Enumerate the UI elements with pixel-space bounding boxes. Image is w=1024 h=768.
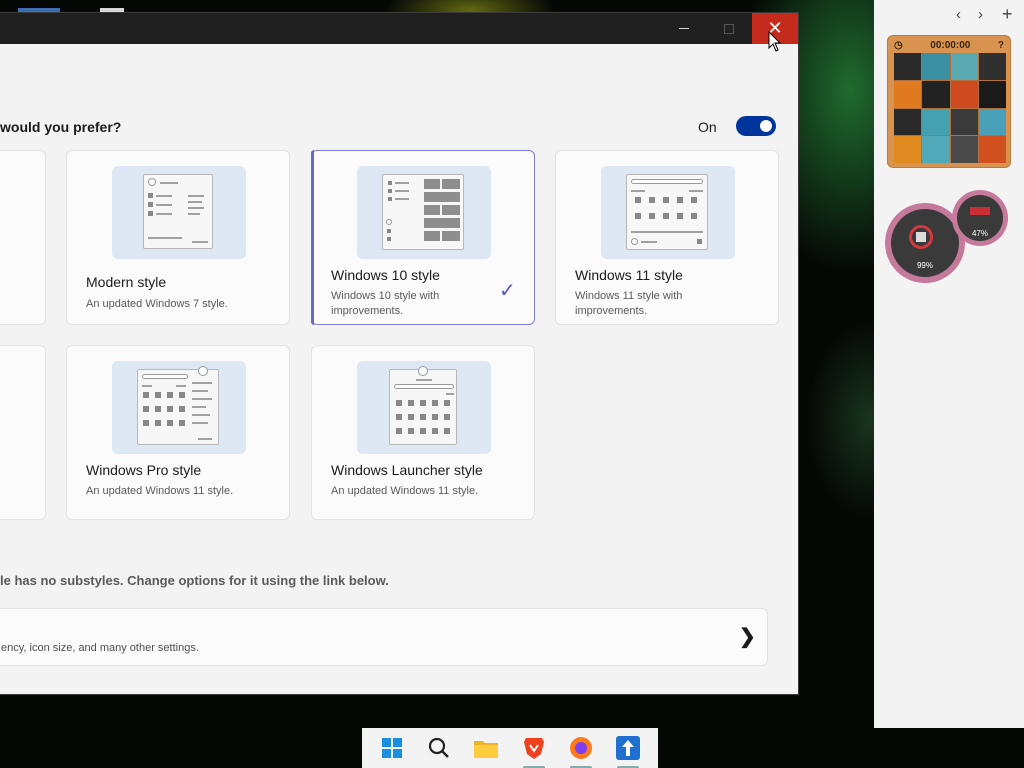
style-preview [601, 166, 735, 259]
style-card-windows-11[interactable]: Windows 11 style Windows 11 style with i… [555, 150, 779, 325]
title-bar: ✕ [0, 13, 798, 44]
meter-percentage: 47% [971, 229, 988, 238]
card-description: Windows 10 style with improvements. [331, 290, 440, 317]
style-card-windows-pro[interactable]: Windows Pro style An updated Windows 11 … [66, 345, 290, 520]
minimize-icon [679, 28, 689, 29]
card-title: Windows 11 style [575, 267, 683, 283]
settings-window: ✕ would you prefer? On Modern style An u… [0, 13, 798, 694]
style-card-partial[interactable] [0, 345, 46, 520]
file-explorer-icon[interactable] [473, 735, 499, 761]
card-title: Windows Pro style [86, 462, 202, 478]
windows-start-icon[interactable] [379, 735, 405, 761]
toggle-knob [760, 120, 772, 132]
checkmark-icon: ✓ [499, 280, 516, 302]
toggle-label: On [698, 119, 717, 135]
meter-percentage: 99% [916, 261, 933, 270]
style-card-windows-launcher[interactable]: Windows Launcher style An updated Window… [311, 345, 535, 520]
main-content: would you prefer? On Modern style An upd… [0, 44, 798, 694]
style-preview [357, 166, 491, 259]
app-update-icon[interactable] [615, 735, 641, 768]
back-arrow-icon[interactable]: ‹ [956, 6, 961, 23]
style-preview [112, 361, 246, 454]
puzzle-grid[interactable] [894, 53, 1006, 163]
firefox-icon[interactable] [568, 735, 594, 768]
substyles-note: le has no substyles. Change options for … [0, 573, 389, 588]
style-card-windows-10[interactable]: Windows 10 style Windows 10 style with i… [311, 150, 535, 325]
card-title: Windows 10 style [331, 267, 440, 283]
puzzle-toolbar: ◷ 00:00:00 ? [894, 39, 1004, 51]
card-title: Modern style [86, 274, 167, 290]
puzzle-timer: 00:00:00 [930, 39, 971, 51]
style-card-modern[interactable]: Modern style An updated Windows 7 style. [66, 150, 290, 325]
chevron-right-icon: ❯ [739, 626, 756, 648]
puzzle-widget[interactable]: ◷ 00:00:00 ? [887, 35, 1011, 168]
widgets-sidebar: ‹ › + ◷ 00:00:00 ? 99% 47% [874, 0, 1024, 728]
card-title: Windows Launcher style [331, 462, 483, 478]
maximize-icon [724, 23, 734, 34]
minimize-button[interactable] [661, 13, 707, 44]
style-question: would you prefer? [0, 119, 122, 135]
maximize-button[interactable] [706, 13, 752, 44]
brave-browser-icon[interactable] [521, 735, 547, 768]
search-icon[interactable] [426, 735, 452, 761]
add-widget-button[interactable]: + [1002, 4, 1013, 25]
more-settings-link[interactable]: ency, icon size, and many other settings… [0, 608, 768, 666]
memory-meter-widget[interactable]: 47% [952, 190, 1008, 246]
mouse-cursor-icon [768, 31, 782, 52]
settings-row-description: ency, icon size, and many other settings… [1, 642, 199, 654]
clock-icon: ◷ [894, 39, 903, 51]
card-description: An updated Windows 11 style. [86, 485, 234, 497]
style-card-partial[interactable] [0, 150, 46, 325]
style-preview [357, 361, 491, 454]
card-description: Windows 11 style with improvements. [575, 290, 683, 317]
help-icon[interactable]: ? [998, 40, 1004, 51]
forward-arrow-icon[interactable]: › [978, 6, 983, 23]
card-description: An updated Windows 11 style. [331, 485, 479, 497]
style-preview [112, 166, 246, 259]
card-description: An updated Windows 7 style. [86, 298, 228, 310]
taskbar [362, 728, 658, 768]
style-toggle[interactable] [736, 116, 776, 136]
